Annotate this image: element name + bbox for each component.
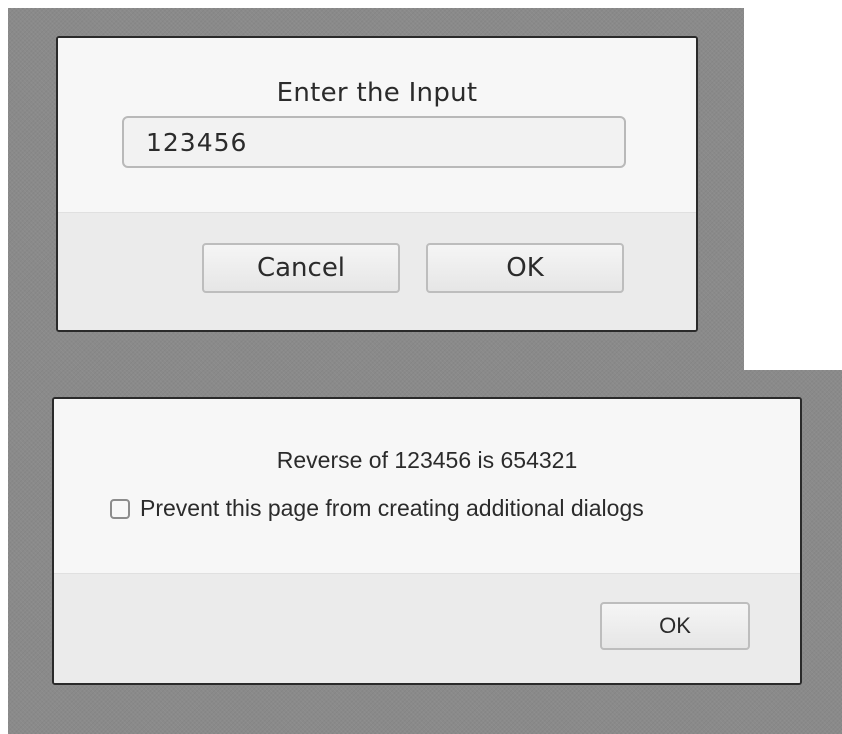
prevent-dialogs-label: Prevent this page from creating addition…	[140, 495, 644, 521]
prompt-input[interactable]	[122, 116, 626, 168]
prevent-dialogs-checkbox[interactable]	[110, 498, 130, 519]
screenshot-canvas: Enter the Input Cancel OK Reverse of 123…	[0, 0, 842, 734]
prompt-dialog-footer: Cancel OK	[58, 212, 696, 330]
prompt-dialog-body: Enter the Input	[58, 38, 696, 212]
alert-ok-button[interactable]: OK	[600, 602, 750, 650]
alert-message: Reverse of 123456 is 654321	[276, 447, 578, 473]
cancel-button[interactable]: Cancel	[202, 243, 400, 293]
prevent-dialogs-option[interactable]: Prevent this page from creating addition…	[110, 495, 644, 522]
ok-button[interactable]: OK	[426, 243, 624, 293]
modal-overlay-alert: Reverse of 123456 is 654321 Prevent this…	[8, 370, 842, 734]
prompt-dialog: Enter the Input Cancel OK	[56, 36, 698, 332]
alert-dialog-body: Reverse of 123456 is 654321 Prevent this…	[54, 399, 800, 573]
modal-overlay-prompt: Enter the Input Cancel OK	[8, 8, 744, 370]
prompt-title: Enter the Input	[276, 78, 478, 108]
alert-dialog-footer: OK	[54, 573, 800, 683]
alert-dialog: Reverse of 123456 is 654321 Prevent this…	[52, 397, 802, 685]
